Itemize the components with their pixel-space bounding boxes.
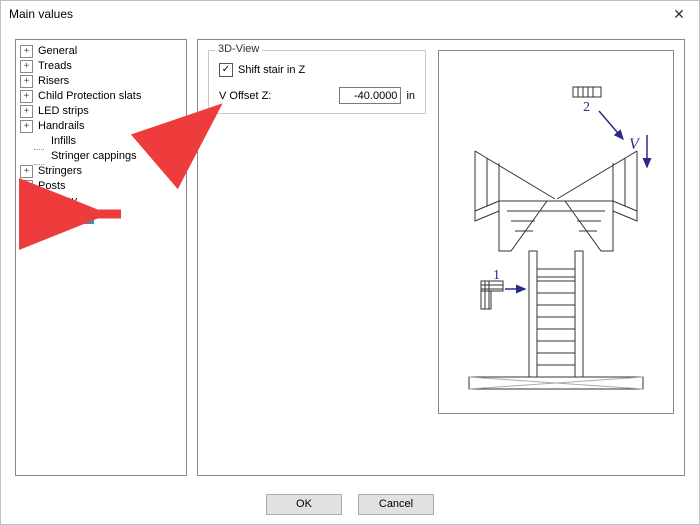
window-title: Main values [9,7,73,21]
tree-item[interactable]: 3D-View [18,209,184,224]
tree-item[interactable]: +Handrails [18,119,184,134]
tree-item-label: Stringer cappings [49,149,139,164]
tree-item[interactable]: Stringer cappings [18,149,184,164]
tree-item[interactable]: +General [18,44,184,59]
tree-item[interactable]: +Child Protection slats [18,89,184,104]
tree-item-label: Handrails [36,119,86,134]
tree-item[interactable]: +Balcony [18,194,184,209]
expand-icon[interactable]: + [20,75,33,88]
expand-icon[interactable]: + [20,45,33,58]
dialog-footer: OK Cancel [1,490,699,518]
cancel-button[interactable]: Cancel [358,494,434,515]
tree-item[interactable]: +Posts [18,179,184,194]
tree-item[interactable]: +Stringers [18,164,184,179]
offset-label: V Offset Z: [219,90,271,102]
ok-button[interactable]: OK [266,494,342,515]
diagram-label-1: 1 [493,268,500,283]
tree-item-label: Risers [36,74,71,89]
shift-stair-label: Shift stair in Z [238,64,305,76]
dialog-window: Main values ✕ +General+Treads+Risers+Chi… [0,0,700,525]
tree-item-label: Posts [36,179,68,194]
close-button[interactable]: ✕ [659,1,699,27]
expand-icon[interactable]: + [20,90,33,103]
expand-icon[interactable]: + [20,195,33,208]
diagram-label-2: 2 [583,100,590,115]
expand-icon[interactable]: + [20,60,33,73]
tree-item[interactable]: Infills [18,134,184,149]
offset-input[interactable] [339,87,401,104]
tree-item[interactable]: +Treads [18,59,184,74]
titlebar: Main values ✕ [1,1,699,27]
category-tree[interactable]: +General+Treads+Risers+Child Protection … [18,44,184,224]
tree-item-label: Child Protection slats [36,89,143,104]
offset-unit: in [406,90,415,102]
close-icon: ✕ [673,6,685,23]
tree-item-label: Infills [49,134,78,149]
content-panel: 3D-View ✓ Shift stair in Z V Offset Z: i… [197,39,685,476]
tree-item[interactable]: +Risers [18,74,184,89]
shift-stair-checkbox[interactable]: ✓ [219,63,233,77]
tree-item-label: LED strips [36,104,91,119]
expand-icon[interactable]: + [20,180,33,193]
tree-item-label: General [36,44,79,59]
stair-diagram-svg: 1 2 V [439,51,673,413]
tree-item[interactable]: +LED strips [18,104,184,119]
dialog-body: +General+Treads+Risers+Child Protection … [1,27,699,484]
tree-item-label: Stringers [36,164,84,179]
expand-icon[interactable]: + [20,105,33,118]
tree-panel: +General+Treads+Risers+Child Protection … [15,39,187,476]
diagram-label-v: V [629,136,641,153]
tree-item-label: Treads [36,59,74,74]
expand-icon[interactable]: + [20,165,33,178]
diagram-3d-view: 1 2 V [438,50,674,414]
tree-item-label: 3D-View [49,209,94,224]
shift-stair-row: ✓ Shift stair in Z [219,63,305,77]
groupbox-3d-view: 3D-View ✓ Shift stair in Z V Offset Z: i… [208,50,426,114]
expand-icon[interactable]: + [20,120,33,133]
tree-item-label: Balcony [36,194,79,209]
offset-row: V Offset Z: in [219,87,415,104]
groupbox-legend: 3D-View [215,43,262,55]
